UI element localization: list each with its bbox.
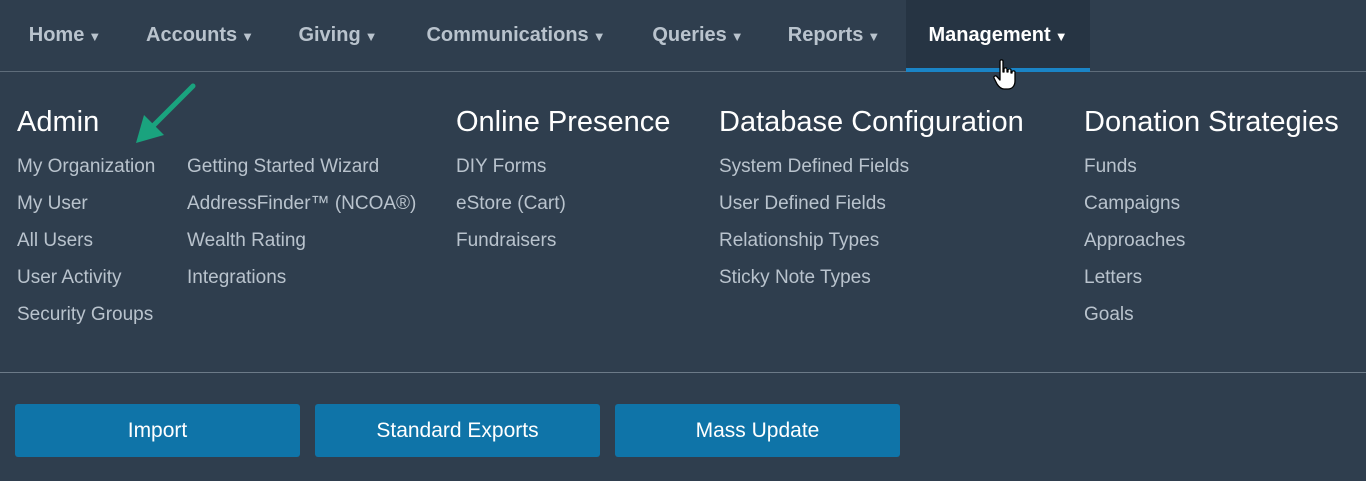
link-user-activity[interactable]: User Activity: [17, 267, 122, 289]
link-sticky-note-types[interactable]: Sticky Note Types: [719, 267, 871, 289]
link-getting-started-wizard[interactable]: Getting Started Wizard: [187, 156, 379, 178]
link-my-user[interactable]: My User: [17, 193, 88, 215]
menu-divider: [0, 372, 1366, 373]
nav-reports-label: Reports: [787, 24, 864, 46]
caret-down-icon: ▼: [730, 29, 744, 44]
online-presence-heading: Online Presence: [456, 106, 671, 138]
link-approaches[interactable]: Approaches: [1084, 230, 1185, 252]
link-all-users[interactable]: All Users: [17, 230, 93, 252]
link-wealth-rating[interactable]: Wealth Rating: [187, 230, 306, 252]
hand-cursor-icon: [993, 59, 1016, 90]
nav-communications-label: Communications: [426, 24, 589, 46]
donation-strategies-heading: Donation Strategies: [1084, 106, 1339, 138]
nav-home-label: Home: [28, 24, 85, 46]
link-relationship-types[interactable]: Relationship Types: [719, 230, 879, 252]
nav-home[interactable]: Home ▼: [10, 0, 120, 71]
nav-reports[interactable]: Reports ▼: [772, 0, 896, 71]
link-estore-cart[interactable]: eStore (Cart): [456, 193, 566, 215]
link-diy-forms[interactable]: DIY Forms: [456, 156, 546, 178]
standard-exports-button[interactable]: Standard Exports: [315, 404, 600, 457]
link-my-organization[interactable]: My Organization: [17, 156, 155, 178]
nav-communications[interactable]: Communications ▼: [406, 0, 626, 71]
link-fundraisers[interactable]: Fundraisers: [456, 230, 556, 252]
link-letters[interactable]: Letters: [1084, 267, 1142, 289]
nav-queries[interactable]: Queries ▼: [636, 0, 760, 71]
database-configuration-heading: Database Configuration: [719, 106, 1024, 138]
link-addressfinder[interactable]: AddressFinder™ (NCOA®): [187, 193, 416, 215]
nav-giving-label: Giving: [298, 24, 361, 46]
import-button[interactable]: Import: [15, 404, 300, 457]
link-campaigns[interactable]: Campaigns: [1084, 193, 1180, 215]
nav-management-label: Management: [928, 24, 1051, 46]
caret-down-icon: ▼: [88, 29, 102, 44]
link-funds[interactable]: Funds: [1084, 156, 1137, 178]
caret-down-icon: ▼: [241, 29, 254, 44]
link-goals[interactable]: Goals: [1084, 304, 1134, 326]
annotation-arrow-icon: [136, 83, 196, 143]
nav-queries-label: Queries: [652, 24, 727, 46]
link-integrations[interactable]: Integrations: [187, 267, 286, 289]
caret-down-icon: ▼: [592, 29, 606, 44]
link-security-groups[interactable]: Security Groups: [17, 304, 153, 326]
nav-accounts[interactable]: Accounts ▼: [130, 0, 270, 71]
mass-update-button[interactable]: Mass Update: [615, 404, 900, 457]
top-navigation: Home ▼ Accounts ▼ Giving ▼ Communications ▼ …: [0, 0, 1366, 72]
link-user-defined-fields[interactable]: User Defined Fields: [719, 193, 886, 215]
caret-down-icon: ▼: [1054, 29, 1068, 44]
nav-giving[interactable]: Giving ▼: [282, 0, 394, 71]
link-system-defined-fields[interactable]: System Defined Fields: [719, 156, 909, 178]
admin-heading: Admin: [17, 106, 100, 138]
nav-accounts-label: Accounts: [146, 24, 238, 46]
caret-down-icon: ▼: [364, 29, 378, 44]
caret-down-icon: ▼: [867, 29, 881, 44]
